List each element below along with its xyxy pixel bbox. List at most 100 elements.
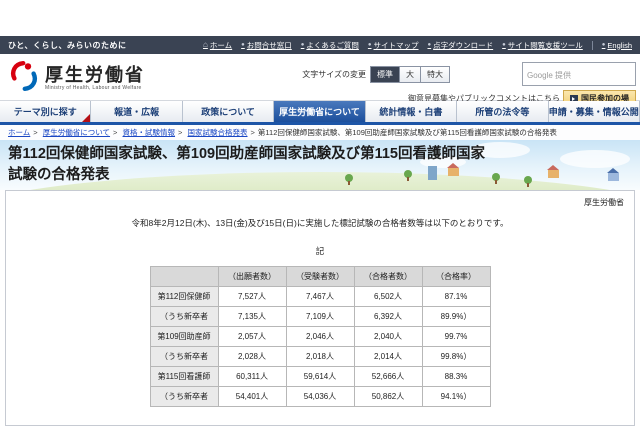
examinees-cell: 7,467人 bbox=[285, 286, 355, 307]
breadcrumb-separator: > bbox=[178, 128, 183, 137]
table-body: 第112回保健師 7,527人 7,467人 6,502人 87.1% （うち新… bbox=[149, 286, 491, 407]
site-header: 厚生労働省 Ministry of Health, Labour and Wel… bbox=[0, 54, 640, 107]
exam-label-cell: 第112回保健師 bbox=[149, 286, 219, 307]
house-illustration bbox=[607, 168, 619, 181]
mhlw-website-page: ひと、くらし、みらいのために ホーム お問合せ窓口 よくあるご質問 サイトマップ… bbox=[0, 0, 640, 426]
font-size-button[interactable]: 標準 bbox=[370, 66, 400, 83]
passers-cell: 2,040人 bbox=[353, 326, 423, 347]
nav-tab[interactable]: 所管の法令等 bbox=[457, 101, 549, 122]
arrow-circle-icon bbox=[428, 41, 432, 49]
breadcrumb-separator: > bbox=[113, 128, 118, 137]
utility-links: ホーム お問合せ窓口 よくあるご質問 サイトマップ 点字ダウンロード サイト閲覧… bbox=[203, 40, 632, 51]
breadcrumb-separator: > bbox=[33, 128, 38, 137]
utility-link-label: 点字ダウンロード bbox=[433, 40, 494, 50]
passers-cell: 2,014人 bbox=[353, 346, 423, 367]
font-size-button[interactable]: 特大 bbox=[421, 66, 450, 83]
nav-tab[interactable]: テーマ別に探す bbox=[0, 101, 92, 122]
examinees-cell: 59,614人 bbox=[285, 366, 355, 387]
font-size-button[interactable]: 大 bbox=[400, 66, 421, 83]
house-illustration bbox=[547, 165, 559, 178]
pass-rate-cell: 99.8%） bbox=[421, 346, 491, 367]
table-header-cell: （受験者数） bbox=[285, 266, 355, 287]
arrow-circle-icon bbox=[502, 41, 506, 49]
utility-link[interactable]: お問合せ窓口 bbox=[241, 40, 292, 51]
page-title: 第112回保健師国家試験、第109回助産師国家試験及び第115回看護師国家試験の… bbox=[8, 146, 485, 184]
table-header-row: （出願者数） （受験者数） （合格者数） （合格率） bbox=[149, 266, 491, 287]
utility-link[interactable]: ホーム bbox=[203, 40, 232, 51]
arrow-circle-icon bbox=[368, 41, 372, 49]
issuing-agency: 厚生労働省 bbox=[584, 198, 624, 207]
nav-tab[interactable]: 報道・広報 bbox=[91, 101, 183, 122]
pass-rate-cell: 89.9%） bbox=[421, 306, 491, 327]
passers-cell: 6,502人 bbox=[353, 286, 423, 307]
passers-cell: 52,666人 bbox=[353, 366, 423, 387]
nav-tab[interactable]: 申請・募集・情報公開 bbox=[548, 101, 640, 122]
breadcrumb-separator: > bbox=[250, 128, 255, 137]
breadcrumb-current: 第112回保健師国家試験、第109回助産師国家試験及び第115回看護師国家試験の… bbox=[257, 128, 557, 137]
page-title-banner: 第112回保健師国家試験、第109回助産師国家試験及び第115回看護師国家試験の… bbox=[0, 140, 640, 190]
table-header-cell: （合格者数） bbox=[353, 266, 423, 287]
table-row: （うち新卒者 54,401人 54,036人 50,862人 94.1%） bbox=[149, 386, 491, 407]
content-box: 厚生労働省 令和8年2月12日(木)、13日(金)及び15日(日)に実施した標記… bbox=[5, 190, 635, 426]
site-search-input[interactable]: Google 提供 bbox=[522, 62, 636, 86]
utility-link-label: ホーム bbox=[209, 40, 233, 50]
examinees-cell: 54,036人 bbox=[285, 386, 355, 407]
applicants-cell: 7,135人 bbox=[217, 306, 287, 327]
applicants-cell: 7,527人 bbox=[217, 286, 287, 307]
utility-link-label: よくあるご質問 bbox=[306, 40, 359, 50]
table-header-cell: （合格率） bbox=[421, 266, 491, 287]
breadcrumb-links: ホーム > 厚生労働省について > 資格・試験情報 > 国家試験合格発表 > bbox=[8, 127, 258, 138]
mhlw-logo-mark-icon bbox=[8, 60, 40, 97]
applicants-cell: 2,028人 bbox=[217, 346, 287, 367]
applicants-cell: 60,311人 bbox=[217, 366, 287, 387]
arrow-circle-icon bbox=[301, 41, 305, 49]
utility-link-label: お問合せ窓口 bbox=[246, 40, 292, 50]
applicants-cell: 2,057人 bbox=[217, 326, 287, 347]
nav-tab-label: 統計情報・白書 bbox=[379, 107, 443, 117]
passers-cell: 50,862人 bbox=[353, 386, 423, 407]
utility-link[interactable]: English bbox=[591, 40, 632, 50]
nav-tab-label: 政策について bbox=[201, 107, 255, 117]
table-row: （うち新卒者 7,135人 7,109人 6,392人 89.9%） bbox=[149, 306, 491, 327]
top-whitespace bbox=[0, 0, 640, 36]
table-header-cell: （出願者数） bbox=[217, 266, 287, 287]
table-row: 第109回助産師 2,057人 2,046人 2,040人 99.7% bbox=[149, 326, 491, 347]
pass-rate-cell: 99.7% bbox=[421, 326, 491, 347]
nav-tab[interactable]: 統計情報・白書 bbox=[365, 101, 458, 122]
breadcrumb-link[interactable]: 厚生労働省について bbox=[43, 128, 110, 137]
breadcrumb-link[interactable]: 国家試験合格発表 bbox=[188, 128, 248, 137]
utility-link[interactable]: サイトマップ bbox=[368, 40, 419, 51]
breadcrumb-link[interactable]: 資格・試験情報 bbox=[123, 128, 176, 137]
mhlw-logo[interactable]: 厚生労働省 Ministry of Health, Labour and Wel… bbox=[8, 60, 145, 97]
arrow-circle-icon bbox=[241, 41, 245, 49]
utility-link-label: サイトマップ bbox=[373, 40, 419, 50]
logo-subtitle: Ministry of Health, Labour and Welfare bbox=[45, 85, 142, 92]
note-heading: 記 bbox=[315, 246, 325, 256]
font-size-control: 文字サイズの変更 標準 大 特大 bbox=[302, 66, 450, 83]
utility-link-label: サイト閲覧支援ツール bbox=[507, 40, 583, 50]
examinees-cell: 7,109人 bbox=[285, 306, 355, 327]
tree-illustration bbox=[524, 176, 532, 187]
cloud-illustration bbox=[560, 150, 630, 168]
font-size-label: 文字サイズの変更 bbox=[302, 70, 366, 79]
nav-tab-label: 申請・募集・情報公開 bbox=[548, 107, 639, 117]
table-row: 第112回保健師 7,527人 7,467人 6,502人 87.1% bbox=[149, 286, 491, 307]
exam-label-cell: （うち新卒者 bbox=[149, 386, 219, 407]
font-size-buttons: 標準 大 特大 bbox=[370, 66, 450, 83]
table-row: 第115回看護師 60,311人 59,614人 52,666人 88.3% bbox=[149, 366, 491, 387]
nav-tab-label: 報道・広報 bbox=[114, 107, 160, 117]
pass-rate-cell: 94.1%） bbox=[421, 386, 491, 407]
search-provider-watermark: Google 提供 bbox=[527, 71, 572, 80]
utility-link[interactable]: サイト閲覧支援ツール bbox=[502, 40, 583, 51]
tree-illustration bbox=[492, 173, 500, 184]
breadcrumb: ホーム > 厚生労働省について > 資格・試験情報 > 国家試験合格発表 > 第112回… bbox=[0, 125, 640, 140]
breadcrumb-link[interactable]: ホーム bbox=[8, 128, 30, 137]
utility-link[interactable]: 点字ダウンロード bbox=[428, 40, 494, 51]
applicants-cell: 54,401人 bbox=[217, 386, 287, 407]
utility-bar: ひと、くらし、みらいのために ホーム お問合せ窓口 よくあるご質問 サイトマップ… bbox=[0, 36, 640, 54]
logo-title: 厚生労働省 bbox=[45, 64, 145, 85]
nav-tab-label: 所管の法令等 bbox=[475, 107, 530, 117]
nav-tab[interactable]: 政策について bbox=[182, 101, 275, 122]
utility-link[interactable]: よくあるご質問 bbox=[301, 40, 359, 51]
nav-tab[interactable]: 厚生労働省について bbox=[274, 101, 366, 122]
